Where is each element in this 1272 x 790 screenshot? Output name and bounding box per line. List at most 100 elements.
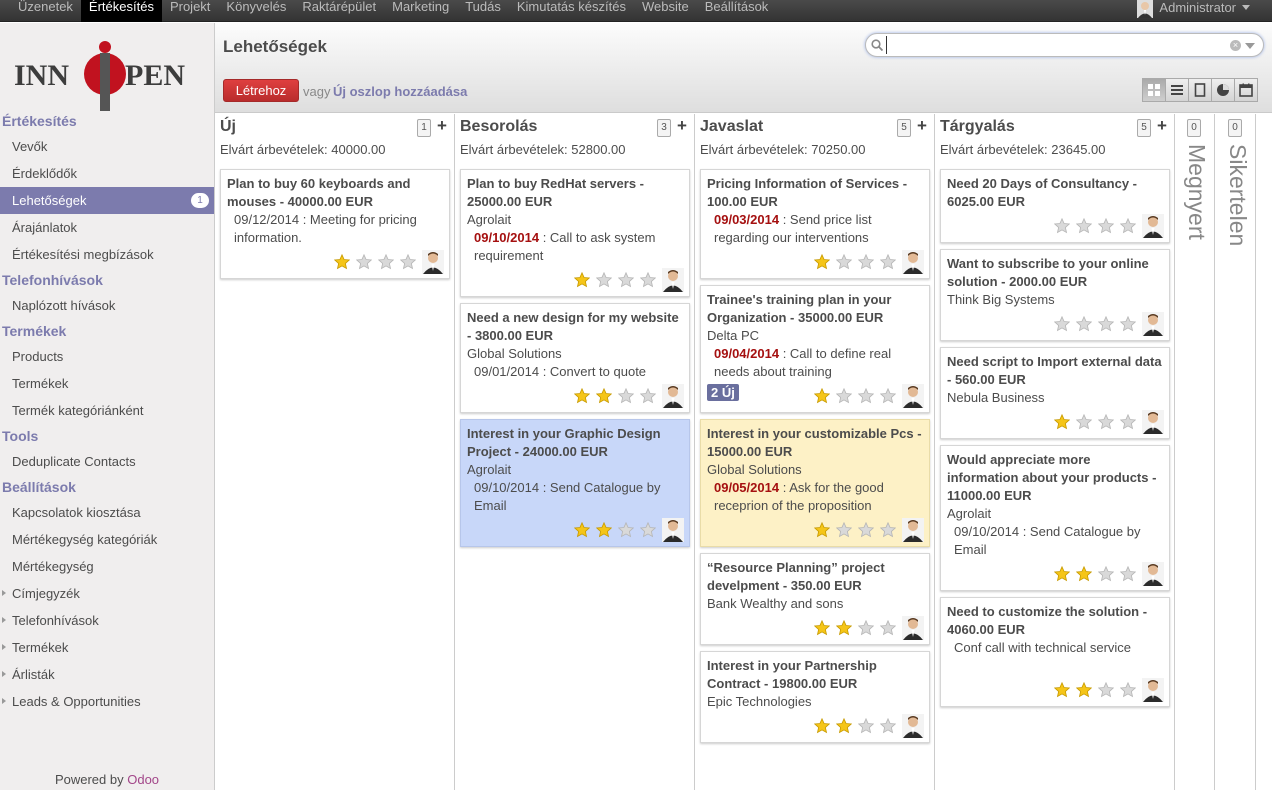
- graph-view-button[interactable]: [1211, 78, 1235, 102]
- star-filled-icon[interactable]: [574, 522, 590, 538]
- column-title[interactable]: Besorolás: [460, 118, 537, 136]
- sidebar-item[interactable]: Kapcsolatok kiosztása: [0, 499, 214, 526]
- star-empty-icon[interactable]: [836, 388, 852, 404]
- card-title[interactable]: Interest in your customizable Pcs - 1500…: [707, 425, 923, 461]
- sidebar-section-title[interactable]: Tools: [0, 424, 214, 448]
- star-empty-icon[interactable]: [356, 254, 372, 270]
- top-menu-item[interactable]: Értékesítés: [80, 0, 162, 22]
- star-empty-icon[interactable]: [858, 254, 874, 270]
- sidebar-item[interactable]: Products: [0, 343, 214, 370]
- star-filled-icon[interactable]: [1054, 566, 1070, 582]
- search-box[interactable]: ×: [865, 33, 1264, 57]
- card-title[interactable]: Need 20 Days of Consultancy - 6025.00 EU…: [947, 175, 1163, 211]
- sidebar-item[interactable]: Vevők: [0, 133, 214, 160]
- quick-create-plus-icon[interactable]: +: [1157, 116, 1167, 136]
- top-menu-item[interactable]: Üzenetek: [10, 0, 81, 22]
- create-button[interactable]: Létrehoz: [223, 79, 299, 102]
- opportunity-card[interactable]: Need a new design for my website - 3800.…: [460, 303, 690, 413]
- opportunity-card[interactable]: Plan to buy RedHat servers - 25000.00 EU…: [460, 169, 690, 297]
- folded-column-title[interactable]: Sikertelen: [1224, 144, 1251, 246]
- card-title[interactable]: Pricing Information of Services - 100.00…: [707, 175, 923, 211]
- opportunity-card[interactable]: Need script to Import external data - 56…: [940, 347, 1170, 439]
- star-filled-icon[interactable]: [814, 620, 830, 636]
- star-filled-icon[interactable]: [1076, 682, 1092, 698]
- star-empty-icon[interactable]: [400, 254, 416, 270]
- folded-column[interactable]: 0 Sikertelen: [1216, 114, 1256, 790]
- sidebar-section-title[interactable]: Értékesítés: [0, 109, 214, 133]
- star-filled-icon[interactable]: [836, 718, 852, 734]
- opportunity-card[interactable]: “Resource Planning” project develpment -…: [700, 553, 930, 645]
- star-empty-icon[interactable]: [1098, 414, 1114, 430]
- star-empty-icon[interactable]: [618, 522, 634, 538]
- star-empty-icon[interactable]: [1098, 566, 1114, 582]
- star-empty-icon[interactable]: [880, 718, 896, 734]
- star-empty-icon[interactable]: [1098, 316, 1114, 332]
- star-filled-icon[interactable]: [334, 254, 350, 270]
- column-title[interactable]: Javaslat: [700, 118, 763, 136]
- opportunity-card[interactable]: Need to customize the solution - 4060.00…: [940, 597, 1170, 707]
- sidebar-item[interactable]: Árajánlatok: [0, 214, 214, 241]
- sidebar-item[interactable]: Mértékegység kategóriák: [0, 526, 214, 553]
- sidebar-item[interactable]: Deduplicate Contacts: [0, 448, 214, 475]
- star-empty-icon[interactable]: [1076, 218, 1092, 234]
- star-filled-icon[interactable]: [574, 388, 590, 404]
- sidebar-item[interactable]: Telefonhívások: [0, 607, 214, 634]
- clear-search-icon[interactable]: ×: [1230, 40, 1241, 51]
- star-empty-icon[interactable]: [640, 522, 656, 538]
- top-menu-item[interactable]: Könyvelés: [218, 0, 294, 22]
- opportunity-card[interactable]: Want to subscribe to your online solutio…: [940, 249, 1170, 341]
- quick-create-plus-icon[interactable]: +: [677, 116, 687, 136]
- star-empty-icon[interactable]: [858, 620, 874, 636]
- quick-create-plus-icon[interactable]: +: [437, 116, 447, 136]
- card-title[interactable]: Would appreciate more information about …: [947, 451, 1163, 505]
- top-menu-item[interactable]: Website: [634, 0, 697, 22]
- top-menu-item[interactable]: Raktárépület: [294, 0, 384, 22]
- star-empty-icon[interactable]: [1098, 218, 1114, 234]
- star-filled-icon[interactable]: [814, 718, 830, 734]
- opportunity-card[interactable]: Interest in your Partnership Contract - …: [700, 651, 930, 743]
- sidebar-item[interactable]: Lehetőségek 1: [0, 187, 214, 214]
- add-column-link[interactable]: Új oszlop hozzáadása: [333, 84, 467, 99]
- sidebar-item[interactable]: Termékek: [0, 370, 214, 397]
- kanban-view-button[interactable]: [1142, 78, 1166, 102]
- opportunity-card[interactable]: Interest in your customizable Pcs - 1500…: [700, 419, 930, 547]
- list-view-button[interactable]: [1165, 78, 1189, 102]
- star-filled-icon[interactable]: [596, 522, 612, 538]
- star-empty-icon[interactable]: [378, 254, 394, 270]
- card-title[interactable]: Need script to Import external data - 56…: [947, 353, 1163, 389]
- star-empty-icon[interactable]: [836, 254, 852, 270]
- top-menu-item[interactable]: Marketing: [384, 0, 457, 22]
- star-empty-icon[interactable]: [836, 522, 852, 538]
- top-menu-item[interactable]: Tudás: [457, 0, 509, 22]
- card-title[interactable]: Need a new design for my website - 3800.…: [467, 309, 683, 345]
- column-title[interactable]: Új: [220, 118, 236, 136]
- calendar-view-button[interactable]: [1234, 78, 1258, 102]
- quick-create-plus-icon[interactable]: +: [917, 116, 927, 136]
- card-title[interactable]: Want to subscribe to your online solutio…: [947, 255, 1163, 291]
- star-filled-icon[interactable]: [574, 272, 590, 288]
- sidebar-item[interactable]: Naplózott hívások: [0, 292, 214, 319]
- star-empty-icon[interactable]: [880, 522, 896, 538]
- star-empty-icon[interactable]: [1054, 316, 1070, 332]
- star-empty-icon[interactable]: [1076, 316, 1092, 332]
- sidebar-item[interactable]: Érdeklődők: [0, 160, 214, 187]
- star-filled-icon[interactable]: [814, 388, 830, 404]
- folded-column-title[interactable]: Megnyert: [1183, 144, 1210, 240]
- opportunity-card[interactable]: Trainee's training plan in your Organiza…: [700, 285, 930, 413]
- sidebar-item[interactable]: Címjegyzék: [0, 580, 214, 607]
- opportunity-card[interactable]: Would appreciate more information about …: [940, 445, 1170, 591]
- star-empty-icon[interactable]: [858, 388, 874, 404]
- star-filled-icon[interactable]: [1054, 682, 1070, 698]
- card-title[interactable]: Interest in your Partnership Contract - …: [707, 657, 923, 693]
- star-empty-icon[interactable]: [1120, 218, 1136, 234]
- card-title[interactable]: Trainee's training plan in your Organiza…: [707, 291, 923, 327]
- top-menu-item[interactable]: Beállítások: [697, 0, 777, 22]
- search-input[interactable]: [886, 36, 1226, 54]
- star-empty-icon[interactable]: [1120, 682, 1136, 698]
- star-empty-icon[interactable]: [858, 718, 874, 734]
- user-menu[interactable]: Administrator: [1137, 0, 1250, 22]
- star-empty-icon[interactable]: [640, 272, 656, 288]
- sidebar-item[interactable]: Árlisták: [0, 661, 214, 688]
- star-empty-icon[interactable]: [1120, 566, 1136, 582]
- star-empty-icon[interactable]: [596, 272, 612, 288]
